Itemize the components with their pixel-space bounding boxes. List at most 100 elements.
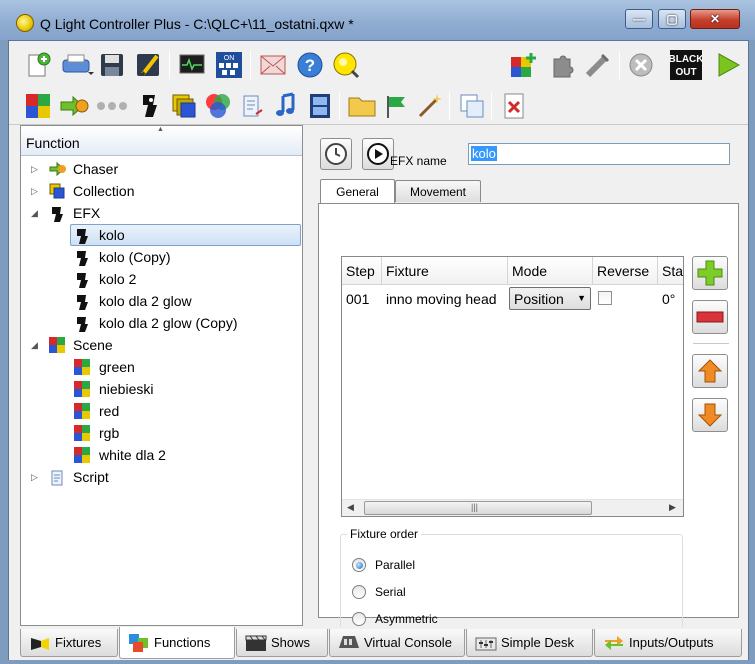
expand-arrow-icon[interactable]: ▷ <box>31 472 41 483</box>
new-folder-button[interactable] <box>347 91 377 121</box>
new-workspace-button[interactable] <box>23 50 53 80</box>
mode-select[interactable]: Position ▼ <box>509 287 591 310</box>
tree-item-chaser[interactable]: ▷ Chaser <box>21 158 302 180</box>
monitor-button[interactable] <box>177 50 207 80</box>
operate-mode-button[interactable] <box>713 50 743 80</box>
column-header-start[interactable]: Sta <box>658 257 683 285</box>
clock-icon <box>325 143 347 165</box>
expand-arrow-icon[interactable]: ▷ <box>31 186 41 197</box>
toolbar-separator <box>449 91 450 120</box>
stop-all-button[interactable] <box>626 50 656 80</box>
remove-fixture-button[interactable] <box>692 300 728 334</box>
tree-item-white-dla-2[interactable]: white dla 2 <box>21 444 302 466</box>
close-button[interactable]: ✕ <box>690 9 740 29</box>
tab-simple-desk[interactable]: Simple Desk <box>466 629 593 657</box>
toolbar-separator <box>339 91 340 120</box>
tab-fixtures[interactable]: Fixtures <box>20 629 118 657</box>
tree-item-kolo-dla-2-glow[interactable]: kolo dla 2 glow <box>21 290 302 312</box>
radio-parallel[interactable]: Parallel <box>352 556 415 574</box>
scroll-left-icon[interactable]: ◀ <box>347 502 354 513</box>
tree-item-green[interactable]: green <box>21 356 302 378</box>
tree-item-kolo-dla-2-glow-copy[interactable]: kolo dla 2 glow (Copy) <box>21 312 302 334</box>
delete-function-button[interactable] <box>499 91 529 121</box>
cell-step: 001 <box>346 291 370 307</box>
input-output-arrows-icon <box>603 633 625 653</box>
function-wizard-button[interactable] <box>381 91 411 121</box>
new-collection-button[interactable] <box>169 91 199 121</box>
new-sequence-button[interactable] <box>95 91 129 121</box>
play-icon <box>718 53 741 77</box>
tab-general[interactable]: General <box>320 179 395 203</box>
help-button[interactable]: ? <box>295 50 325 80</box>
tree-item-kolo[interactable]: kolo <box>21 224 302 246</box>
edit-tool-button[interactable] <box>583 50 613 80</box>
maximize-button[interactable]: ▢ <box>658 9 686 29</box>
column-header-reverse[interactable]: Reverse <box>593 257 658 285</box>
scene-icon <box>74 381 90 397</box>
dmx-address-tool-button[interactable]: ON <box>214 50 244 80</box>
column-header-mode[interactable]: Mode <box>508 257 593 285</box>
scrollbar-thumb[interactable]: ||| <box>364 501 592 515</box>
radio-asymmetric[interactable]: Asymmetric <box>352 610 438 628</box>
clone-function-button[interactable] <box>457 91 487 121</box>
open-workspace-button[interactable] <box>59 50 95 80</box>
radio-button[interactable] <box>352 558 366 572</box>
script-icon <box>49 469 65 486</box>
new-chaser-button[interactable] <box>59 91 89 121</box>
new-audio-button[interactable] <box>271 91 301 121</box>
new-efx-button[interactable] <box>135 91 165 121</box>
radio-button[interactable] <box>352 585 366 599</box>
add-fixture-button[interactable] <box>692 256 728 290</box>
tree-item-script[interactable]: ▷ Script <box>21 466 302 488</box>
tree-item-kolo-copy[interactable]: kolo (Copy) <box>21 246 302 268</box>
new-rgb-matrix-button[interactable] <box>203 91 233 121</box>
expand-arrow-icon[interactable]: ▷ <box>31 164 41 175</box>
reverse-checkbox[interactable] <box>598 291 612 305</box>
tree-item-efx[interactable]: ◢ EFX <box>21 202 302 224</box>
svg-text:?: ? <box>305 56 315 75</box>
horizontal-scrollbar[interactable]: ◀ ||| ▶ <box>342 499 683 516</box>
raise-fixture-button[interactable] <box>692 354 728 388</box>
address-tool-button[interactable] <box>258 50 288 80</box>
save-as-button[interactable] <box>133 50 163 80</box>
minimize-button[interactable]: — <box>625 9 653 29</box>
bottom-tab-bar: Fixtures Functions Shows Virtual Console… <box>9 627 748 660</box>
tree-item-niebieski[interactable]: niebieski <box>21 378 302 400</box>
new-script-button[interactable] <box>237 91 267 121</box>
magic-wand-button[interactable] <box>415 91 445 121</box>
title-bar[interactable]: Q Light Controller Plus - C:\QLC+\11_ost… <box>0 0 755 40</box>
radio-serial[interactable]: Serial <box>352 583 406 601</box>
flag-icon <box>387 95 405 118</box>
fixtures-table[interactable]: Step Fixture Mode Reverse Sta 001 inno m… <box>341 256 684 517</box>
column-header-fixture[interactable]: Fixture <box>382 257 508 285</box>
scroll-right-icon[interactable]: ▶ <box>669 502 676 513</box>
new-scene-button[interactable] <box>23 91 53 121</box>
tree-item-red[interactable]: red <box>21 400 302 422</box>
tree-item-rgb[interactable]: rgb <box>21 422 302 444</box>
tab-inputs-outputs[interactable]: Inputs/Outputs <box>594 629 742 657</box>
about-button[interactable] <box>331 50 361 80</box>
tab-shows[interactable]: Shows <box>236 629 328 657</box>
efx-name-input[interactable]: kolo <box>468 143 730 165</box>
clone-button[interactable] <box>547 50 577 80</box>
column-header-step[interactable]: Step <box>342 257 382 285</box>
tree-item-scene[interactable]: ◢ Scene <box>21 334 302 356</box>
tab-movement[interactable]: Movement <box>395 180 481 202</box>
save-workspace-button[interactable] <box>97 50 127 80</box>
tree-item-collection[interactable]: ▷ Collection <box>21 180 302 202</box>
tab-virtual-console[interactable]: Virtual Console <box>329 629 465 657</box>
dmx-grid-icon: ON <box>216 52 242 78</box>
collection-icon <box>172 94 196 117</box>
new-video-button[interactable] <box>305 91 335 121</box>
tab-functions[interactable]: Functions <box>119 627 235 659</box>
radio-button[interactable] <box>352 612 366 626</box>
blackout-button[interactable]: BLACK OUT <box>669 50 703 80</box>
collapse-arrow-icon[interactable]: ◢ <box>31 340 41 351</box>
collapse-arrow-icon[interactable]: ◢ <box>31 208 41 219</box>
speed-dial-button[interactable] <box>320 138 352 170</box>
lower-fixture-button[interactable] <box>692 398 728 432</box>
tree-item-kolo-2[interactable]: kolo 2 <box>21 268 302 290</box>
grip-icon: ||| <box>471 502 479 512</box>
add-function-button[interactable] <box>509 50 539 80</box>
function-tree[interactable]: Function ▲ ▷ Chaser ▷ Collection ◢ EFX k… <box>20 125 303 626</box>
